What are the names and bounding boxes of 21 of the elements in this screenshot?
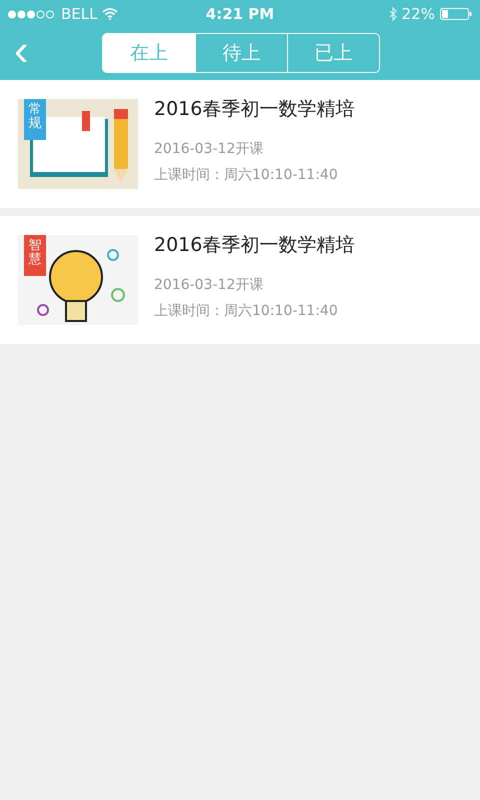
tab[interactable]: 已上 <box>287 34 379 72</box>
ribbon-label: 智慧 <box>24 235 46 276</box>
carrier-name: BELL <box>61 5 98 23</box>
course-title: 2016春季初一数学精培 <box>154 233 354 258</box>
bluetooth-icon <box>388 7 397 21</box>
battery-icon <box>440 8 472 20</box>
signal-icon <box>8 10 56 18</box>
tab[interactable]: 在上 <box>103 34 195 72</box>
wifi-icon <box>102 8 118 20</box>
start-date: 2016-03-12开课 <box>154 140 264 158</box>
status-time: 4:21 PM <box>206 5 274 23</box>
class-time: 上课时间：周六10:10-11:40 <box>154 302 339 320</box>
course-title: 2016春季初一数学精培 <box>154 97 354 122</box>
course-card[interactable]: 常规 2016春季初一数学精培 2016-03-12开课 上课时间：周六10:10-11:40 <box>0 80 480 208</box>
battery-percent: 22% <box>402 5 435 23</box>
start-date: 2016-03-12开课 <box>154 276 264 294</box>
class-time: 上课时间：周六10:10-11:40 <box>154 166 339 184</box>
course-card[interactable]: 智慧 2016春季初一数学精培 2016-03-12开课 上课时间：周六10:10-11:40 <box>0 216 480 344</box>
back-button[interactable]: ‹ <box>0 31 39 77</box>
ribbon-label: 常规 <box>24 99 46 140</box>
tab[interactable]: 待上 <box>195 34 287 72</box>
